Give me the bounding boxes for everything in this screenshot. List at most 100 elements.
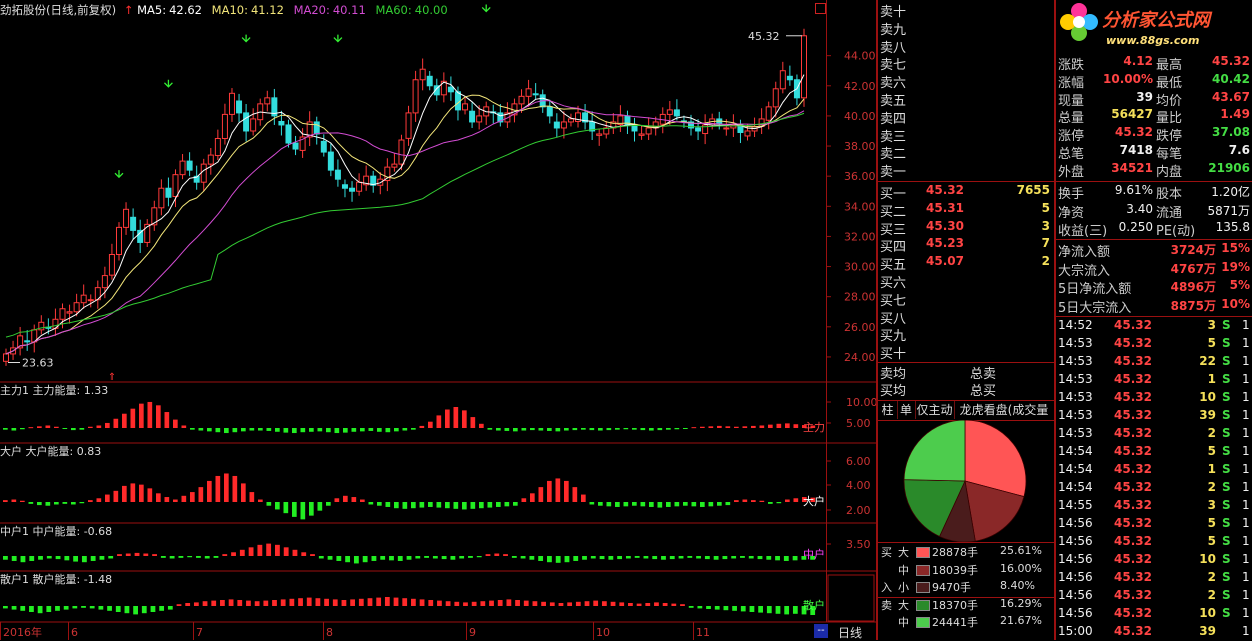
indicator-bar-up <box>463 602 468 606</box>
indicator-bar-down <box>11 428 17 431</box>
indicator-bar-down <box>196 556 201 558</box>
fundamental-label: 股本 <box>1156 187 1183 202</box>
tick-volume: 22 <box>1199 354 1216 369</box>
indicator-bar-up <box>122 485 127 502</box>
tick-volume: 1 <box>1207 372 1216 387</box>
indicator-bar-up <box>515 600 520 606</box>
y-tick-label: 44.00 <box>844 50 876 63</box>
period-label[interactable]: 日线 <box>838 624 862 641</box>
signal-arrow-icon <box>163 79 173 88</box>
indicator-bar-up <box>249 492 255 502</box>
indicator-bar-down <box>674 428 680 430</box>
ma60-label: MA60: <box>375 3 412 17</box>
tick-time: 14:56 <box>1058 588 1093 603</box>
quote-label: 最高 <box>1156 58 1183 73</box>
indicator-bar-up <box>428 421 433 428</box>
indicator-bar-down <box>318 556 324 559</box>
tick-volume: 10 <box>1199 606 1216 621</box>
tab-dragon-tiger[interactable]: 龙虎看盘(成交量板 <box>954 401 1054 419</box>
tab-single[interactable]: 单 <box>897 401 916 419</box>
tick-price: 45.32 <box>1114 372 1152 387</box>
indicator-bar-down <box>643 556 649 559</box>
indicator-bar-down <box>723 606 729 611</box>
indicator-bar-up <box>88 426 93 428</box>
indicator-bar-up <box>411 598 416 606</box>
indicator-bar-down <box>11 556 17 561</box>
indicator-bar-up <box>11 499 17 502</box>
indicator-bar-down <box>555 556 561 563</box>
tab-active-only[interactable]: 仅主动 <box>915 401 955 419</box>
chart-area[interactable]: 44.00 42.00 40.00 38.00 36.00 34.00 32.00 30.00… <box>0 0 876 640</box>
indicator-bar-down <box>462 502 467 510</box>
indicator-bar-down <box>309 428 314 432</box>
indicator-bar-down <box>678 556 684 559</box>
indicator-bar-up <box>257 544 263 556</box>
indicator-bar-down <box>661 556 666 560</box>
indicator-bar-up <box>437 600 442 606</box>
indicator-bar-down <box>704 556 710 560</box>
quote-label: 总量 <box>1058 111 1085 127</box>
stock-title[interactable]: 劲拓股份(日线,前复权) <box>0 3 116 17</box>
indicator-bar-down <box>159 606 165 611</box>
fundamental-label: 流通 <box>1156 205 1183 221</box>
candle-up <box>101 275 108 289</box>
indicator-bar-up <box>506 599 512 606</box>
indicator-bar-down <box>283 502 289 514</box>
candle-up <box>723 127 730 130</box>
tick-time: 14:55 <box>1058 498 1093 513</box>
quote-label: 量比 <box>1156 111 1183 127</box>
buy-level-label: 买八 <box>880 311 907 327</box>
indicator-bar-down <box>731 556 737 559</box>
indicator-bar-up <box>419 599 425 606</box>
indicator-bar-up <box>96 498 102 502</box>
quote-value: 4.12 <box>1123 54 1153 68</box>
tick-volume: 2 <box>1207 480 1216 495</box>
indicator-bar-up <box>768 424 773 428</box>
candle-up <box>250 118 257 132</box>
indicator-bar-up <box>402 598 408 606</box>
buy-level-label: 买四 <box>880 240 907 256</box>
indicator-bar-down <box>55 556 61 560</box>
brand-banner[interactable]: 分析家公式网 www.88gs.com <box>1056 0 1252 54</box>
kline-chart[interactable]: 44.00 42.00 40.00 38.00 36.00 34.00 32.00 30.00… <box>0 0 876 640</box>
tick-price: 45.32 <box>1114 408 1152 423</box>
indicator-bar-down <box>470 502 476 509</box>
tick-volume: 39 <box>1199 624 1216 639</box>
y-tick-label: 42.00 <box>844 80 876 93</box>
indicator-bar-down <box>538 428 544 431</box>
sell-level-label: 卖七 <box>880 58 907 74</box>
indicator-bar-down <box>81 556 87 563</box>
indicator-bar-down <box>215 428 221 433</box>
indicator-bar-down <box>99 556 105 560</box>
indicator-bar-down <box>385 428 391 433</box>
candle-up <box>264 97 271 105</box>
indicator-bar-down <box>691 502 697 507</box>
indicator-bar-down <box>63 606 69 610</box>
indicator-bar-up <box>759 425 765 428</box>
indicator-bar-down <box>411 428 416 430</box>
candle-up <box>765 106 772 121</box>
indicator-bar-down <box>380 556 386 560</box>
tick-volume: 2 <box>1207 426 1216 441</box>
x-tick-label: 11 <box>696 626 710 639</box>
tick-side: S <box>1222 444 1231 459</box>
ma20-label: MA20: <box>293 3 330 17</box>
chart-corner-button[interactable] <box>815 3 826 14</box>
quote-label: 均价 <box>1156 93 1183 109</box>
indicator-bar-up <box>207 480 212 502</box>
indicator-bar-down <box>666 502 671 507</box>
indicator-bar-up <box>454 601 460 606</box>
candle-down <box>186 160 193 171</box>
y-tick-label: 34.00 <box>844 200 876 213</box>
tab-bar-chart[interactable]: 柱 <box>878 401 898 419</box>
indicator-bar-down <box>589 428 595 431</box>
indicator-bar-down <box>441 556 447 560</box>
indicator-bar-down <box>343 428 348 433</box>
indicator-bar-up <box>734 426 739 428</box>
indicator-bar-down <box>732 606 737 611</box>
indicator-bar-down <box>608 556 614 560</box>
scroll-button[interactable]: -- <box>814 624 828 638</box>
indicator-bar-down <box>389 556 394 561</box>
candle-up <box>596 133 603 136</box>
quote-label: 现量 <box>1058 93 1085 109</box>
